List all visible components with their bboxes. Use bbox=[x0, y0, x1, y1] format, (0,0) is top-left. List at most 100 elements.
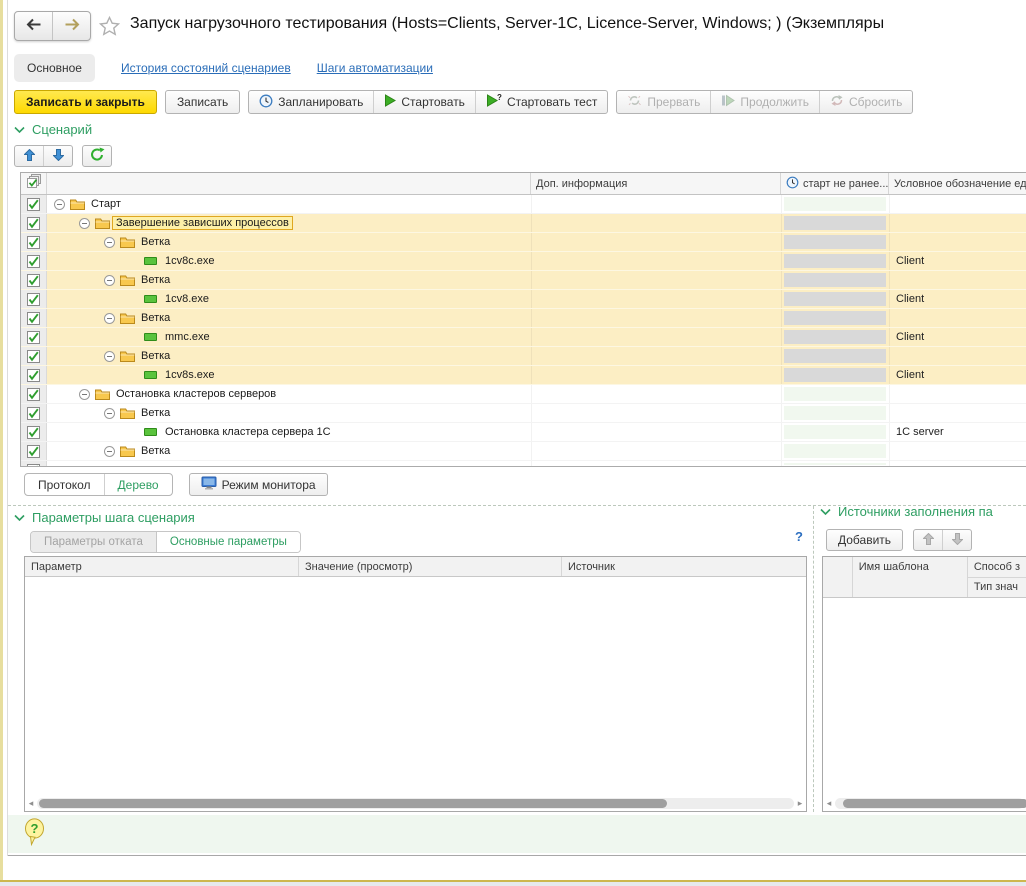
collapse-icon[interactable] bbox=[104, 313, 115, 324]
sources-horizontal-scrollbar[interactable]: ◂ bbox=[825, 797, 1024, 810]
tree-node-label[interactable]: Ветка bbox=[141, 274, 170, 286]
tree-cell[interactable]: Остановка кластера сервера 1С bbox=[47, 423, 531, 441]
row-checkbox[interactable] bbox=[21, 309, 47, 327]
tree-cell[interactable]: Ветка bbox=[47, 271, 531, 289]
monitor-mode-button[interactable]: Режим монитора bbox=[189, 473, 328, 496]
row-checkbox[interactable] bbox=[21, 461, 47, 467]
tree-cell[interactable]: 1cv8s.exe bbox=[47, 366, 531, 384]
reset-button[interactable]: Сбросить bbox=[819, 91, 912, 113]
table-row[interactable]: Остановка кластеров серверов bbox=[21, 385, 1026, 404]
row-checkbox[interactable] bbox=[21, 423, 47, 441]
sources-move-down-button[interactable] bbox=[942, 530, 971, 550]
designation-cell[interactable]: Client bbox=[889, 328, 1026, 346]
forward-button[interactable] bbox=[52, 12, 90, 40]
tree-node-label[interactable]: 1cv8.exe bbox=[165, 293, 209, 305]
start-not-earlier-cell[interactable] bbox=[781, 404, 889, 422]
start-not-earlier-cell[interactable] bbox=[781, 442, 889, 460]
start-button[interactable]: Стартовать bbox=[373, 91, 475, 113]
tree-column-header[interactable] bbox=[47, 173, 531, 194]
back-button[interactable] bbox=[15, 12, 52, 40]
tree-cell[interactable]: Остановка кластеров серверов bbox=[47, 385, 531, 403]
start-not-earlier-cell[interactable] bbox=[781, 233, 889, 251]
row-checkbox[interactable] bbox=[21, 271, 47, 289]
scroll-left-icon[interactable]: ◂ bbox=[27, 797, 35, 810]
scroll-left-icon[interactable]: ◂ bbox=[825, 797, 833, 810]
scrollbar-thumb[interactable] bbox=[39, 799, 667, 808]
table-row[interactable]: mmc.exe Client bbox=[21, 328, 1026, 347]
row-checkbox[interactable] bbox=[21, 233, 47, 251]
tree-node-label[interactable]: Ветка bbox=[141, 445, 170, 457]
tree-node-label[interactable]: Ветка bbox=[141, 407, 170, 419]
value-column-header[interactable]: Значение (просмотр) bbox=[299, 557, 562, 576]
designation-cell[interactable] bbox=[889, 195, 1026, 213]
rollback-params-tab[interactable]: Параметры отката bbox=[31, 532, 157, 552]
save-and-close-button[interactable]: Записать и закрыть bbox=[14, 90, 157, 114]
info-cell[interactable] bbox=[531, 404, 781, 422]
table-row[interactable]: Ветка bbox=[21, 347, 1026, 366]
info-cell[interactable] bbox=[531, 290, 781, 308]
tree-node-label[interactable]: Ветка bbox=[141, 236, 170, 248]
scrollbar-thumb[interactable] bbox=[843, 799, 1026, 808]
collapse-icon[interactable] bbox=[104, 237, 115, 248]
collapse-icon[interactable] bbox=[79, 389, 90, 400]
tab-scenario-state-history[interactable]: История состояний сценариев bbox=[121, 61, 291, 75]
tree-node-label[interactable]: mmc.exe bbox=[165, 331, 210, 343]
tab-protocol[interactable]: Протокол bbox=[25, 474, 104, 495]
info-column-header[interactable]: Доп. информация bbox=[531, 173, 781, 194]
select-all-header[interactable] bbox=[21, 173, 47, 194]
info-cell[interactable] bbox=[531, 366, 781, 384]
row-checkbox[interactable] bbox=[21, 290, 47, 308]
start-not-earlier-cell[interactable] bbox=[781, 214, 889, 232]
tree-node-label[interactable]: Остановка кластера сервера 1С bbox=[165, 426, 331, 438]
tree-cell[interactable]: Старт bbox=[47, 195, 531, 213]
row-checkbox[interactable] bbox=[21, 404, 47, 422]
table-row[interactable]: Ветка bbox=[21, 404, 1026, 423]
designation-column-header[interactable]: Условное обозначение ед bbox=[889, 173, 1026, 194]
table-row[interactable] bbox=[21, 461, 1026, 467]
start-not-earlier-cell[interactable] bbox=[781, 328, 889, 346]
tab-tree[interactable]: Дерево bbox=[104, 474, 172, 495]
start-not-earlier-cell[interactable] bbox=[781, 423, 889, 441]
info-cell[interactable] bbox=[531, 233, 781, 251]
tree-cell[interactable]: Ветка bbox=[47, 233, 531, 251]
designation-cell[interactable] bbox=[889, 461, 1026, 467]
tree-cell[interactable]: 1cv8c.exe bbox=[47, 252, 531, 270]
start-not-earlier-cell[interactable] bbox=[781, 366, 889, 384]
main-params-tab[interactable]: Основные параметры bbox=[157, 532, 300, 552]
move-down-button[interactable] bbox=[43, 146, 72, 166]
designation-cell[interactable]: 1C server bbox=[889, 423, 1026, 441]
help-link[interactable]: ? bbox=[795, 529, 803, 544]
step-params-section-header[interactable]: Параметры шага сценария bbox=[14, 510, 195, 525]
collapse-icon[interactable] bbox=[104, 408, 115, 419]
start-not-earlier-cell[interactable] bbox=[781, 461, 889, 467]
refresh-button[interactable] bbox=[83, 146, 111, 166]
tree-node-label[interactable]: 1cv8s.exe bbox=[165, 369, 215, 381]
designation-cell[interactable] bbox=[889, 404, 1026, 422]
designation-cell[interactable] bbox=[889, 442, 1026, 460]
table-row[interactable]: Ветка bbox=[21, 271, 1026, 290]
params-horizontal-scrollbar[interactable]: ◂ ▸ bbox=[27, 797, 804, 810]
info-cell[interactable] bbox=[531, 442, 781, 460]
start-column-header[interactable]: старт не ранее... bbox=[781, 173, 889, 194]
collapse-icon[interactable] bbox=[79, 218, 90, 229]
favorite-star-icon[interactable] bbox=[99, 16, 120, 39]
info-cell[interactable] bbox=[531, 195, 781, 213]
designation-cell[interactable] bbox=[889, 347, 1026, 365]
info-cell[interactable] bbox=[531, 347, 781, 365]
scroll-right-icon[interactable]: ▸ bbox=[796, 797, 804, 810]
tree-node-label[interactable]: Остановка кластеров серверов bbox=[116, 388, 276, 400]
row-checkbox[interactable] bbox=[21, 252, 47, 270]
start-not-earlier-cell[interactable] bbox=[781, 290, 889, 308]
collapse-icon[interactable] bbox=[104, 351, 115, 362]
info-cell[interactable] bbox=[531, 385, 781, 403]
tree-cell[interactable]: Ветка bbox=[47, 309, 531, 327]
designation-cell[interactable] bbox=[889, 233, 1026, 251]
method-column-header[interactable]: Способ з bbox=[968, 557, 1026, 577]
tree-node-label[interactable]: Старт bbox=[91, 198, 121, 210]
info-cell[interactable] bbox=[531, 214, 781, 232]
tree-node-label[interactable]: Завершение зависших процессов bbox=[112, 216, 293, 230]
row-checkbox[interactable] bbox=[21, 328, 47, 346]
fill-sources-section-header[interactable]: Источники заполнения па bbox=[820, 504, 1026, 519]
tree-node-label[interactable]: Ветка bbox=[141, 312, 170, 324]
move-up-button[interactable] bbox=[15, 146, 43, 166]
